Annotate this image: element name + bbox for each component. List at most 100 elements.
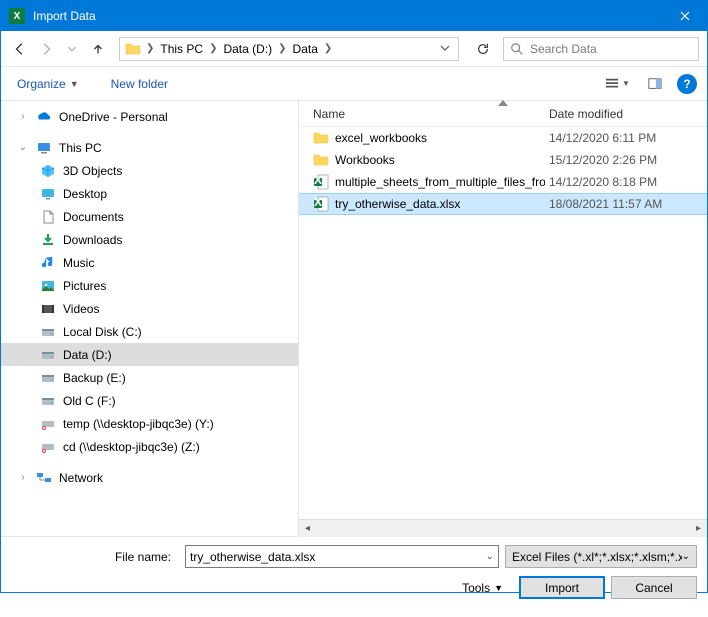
filter-label: Excel Files (*.xl*;*.xlsx;*.xlsm;*.x [512, 550, 682, 564]
navigation-bar: ❯ This PC ❯ Data (D:) ❯ Data ❯ Search Da… [1, 31, 707, 67]
tree-item[interactable]: Downloads [1, 228, 298, 251]
column-header-name[interactable]: Name [299, 107, 545, 121]
tools-button[interactable]: Tools ▼ [462, 581, 503, 595]
navigation-pane[interactable]: › OneDrive - Personal ⌄ This PC 3D Objec… [1, 101, 299, 536]
onedrive-icon [35, 108, 53, 126]
chevron-down-icon: ▼ [70, 79, 79, 89]
tree-label: Backup (E:) [63, 371, 126, 385]
search-placeholder: Search Data [530, 42, 597, 56]
help-button[interactable]: ? [677, 74, 697, 94]
tree-label: cd (\\desktop-jibqc3e) (Z:) [63, 440, 200, 454]
column-headers[interactable]: Name Date modified [299, 101, 707, 127]
file-row[interactable]: Workbooks 15/12/2020 2:26 PM [299, 149, 707, 171]
chevron-right-icon[interactable]: ❯ [207, 43, 219, 54]
tree-item[interactable]: Music [1, 251, 298, 274]
file-name: Workbooks [335, 153, 395, 167]
downloads-icon [39, 231, 57, 249]
refresh-button[interactable] [471, 37, 495, 61]
disk-icon [39, 392, 57, 410]
chevron-down-icon[interactable]: ⌄ [486, 551, 494, 562]
tree-label: Local Disk (C:) [63, 325, 142, 339]
preview-pane-button[interactable] [639, 73, 671, 95]
preview-pane-icon [647, 77, 663, 91]
tools-label: Tools [462, 581, 490, 595]
excel-app-icon: X [9, 8, 25, 24]
file-row[interactable]: Xmultiple_sheets_from_multiple_files_fro… [299, 171, 707, 193]
svg-text:X: X [314, 174, 322, 187]
tree-item-onedrive[interactable]: › OneDrive - Personal [1, 105, 298, 128]
file-date: 14/12/2020 6:11 PM [545, 131, 707, 145]
file-list[interactable]: excel_workbooks 14/12/2020 6:11 PM Workboo… [299, 127, 707, 519]
scroll-left-button[interactable]: ◂ [299, 520, 316, 537]
scroll-right-button[interactable]: ▸ [690, 520, 707, 537]
expand-icon[interactable]: › [17, 472, 29, 483]
tree-label: 3D Objects [63, 164, 122, 178]
tree-item[interactable]: Documents [1, 205, 298, 228]
scroll-track[interactable] [316, 520, 690, 537]
tree-item[interactable]: Local Disk (C:) [1, 320, 298, 343]
cancel-label: Cancel [635, 581, 672, 595]
organize-button[interactable]: Organize ▼ [11, 73, 85, 95]
videos-icon [39, 300, 57, 318]
window-title: Import Data [33, 9, 662, 23]
address-bar[interactable]: ❯ This PC ❯ Data (D:) ❯ Data ❯ [119, 37, 459, 61]
forward-button[interactable] [35, 38, 57, 60]
disk-icon [39, 369, 57, 387]
breadcrumb-item[interactable]: This PC [156, 38, 207, 60]
file-name: excel_workbooks [335, 131, 427, 145]
search-input[interactable]: Search Data [503, 37, 699, 61]
horizontal-scrollbar[interactable]: ◂ ▸ [299, 519, 707, 536]
column-header-date[interactable]: Date modified [545, 107, 707, 121]
tree-item[interactable]: Pictures [1, 274, 298, 297]
breadcrumb-item[interactable]: Data [289, 38, 322, 60]
tree-item[interactable]: Backup (E:) [1, 366, 298, 389]
expand-icon[interactable]: › [17, 111, 29, 122]
command-bar: Organize ▼ New folder ▼ ? [1, 67, 707, 101]
tree-item[interactable]: Videos [1, 297, 298, 320]
import-button[interactable]: Import [519, 576, 605, 599]
tree-item[interactable]: Desktop [1, 182, 298, 205]
desktop-icon [39, 185, 57, 203]
tree-label: Documents [63, 210, 124, 224]
tree-item-network[interactable]: › Network [1, 466, 298, 489]
tree-item[interactable]: cd (\\desktop-jibqc3e) (Z:) [1, 435, 298, 458]
breadcrumb-item[interactable]: Data (D:) [219, 38, 276, 60]
tree-item[interactable]: Old C (F:) [1, 389, 298, 412]
pc-icon [35, 139, 53, 157]
new-folder-button[interactable]: New folder [105, 73, 174, 95]
search-icon [510, 42, 524, 56]
excel-file-icon: X [313, 174, 329, 190]
tree-item[interactable]: 3D Objects [1, 159, 298, 182]
filename-value: try_otherwise_data.xlsx [190, 550, 315, 564]
chevron-down-icon: ▼ [494, 583, 503, 593]
recent-locations-button[interactable] [61, 38, 83, 60]
folder-icon [313, 130, 329, 146]
file-row[interactable]: Xtry_otherwise_data.xlsx18/08/2021 11:57… [299, 193, 707, 215]
tree-label: Music [63, 256, 94, 270]
collapse-icon[interactable]: ⌄ [17, 142, 29, 153]
netdisk-icon [39, 438, 57, 456]
filename-input[interactable]: try_otherwise_data.xlsx ⌄ [185, 545, 499, 568]
tree-label: Videos [63, 302, 99, 316]
svg-text:X: X [314, 196, 322, 209]
chevron-right-icon[interactable]: ❯ [322, 43, 334, 54]
file-type-filter[interactable]: Excel Files (*.xl*;*.xlsx;*.xlsm;*.x ⌄ [505, 545, 697, 568]
file-row[interactable]: excel_workbooks 14/12/2020 6:11 PM [299, 127, 707, 149]
tree-item-thispc[interactable]: ⌄ This PC [1, 136, 298, 159]
up-button[interactable] [87, 38, 109, 60]
tree-item[interactable]: Data (D:) [1, 343, 298, 366]
tree-label: OneDrive - Personal [59, 110, 168, 124]
cancel-button[interactable]: Cancel [611, 576, 697, 599]
content-pane: Name Date modified excel_workbooks 14/12/… [299, 101, 707, 536]
chevron-right-icon[interactable]: ❯ [276, 43, 288, 54]
close-button[interactable] [662, 1, 707, 31]
file-date: 15/12/2020 2:26 PM [545, 153, 707, 167]
music-icon [39, 254, 57, 272]
pictures-icon [39, 277, 57, 295]
back-button[interactable] [9, 38, 31, 60]
chevron-right-icon[interactable]: ❯ [144, 43, 156, 54]
folder-icon [124, 40, 142, 58]
change-view-button[interactable]: ▼ [601, 73, 633, 95]
tree-item[interactable]: temp (\\desktop-jibqc3e) (Y:) [1, 412, 298, 435]
address-dropdown-button[interactable] [434, 42, 456, 56]
